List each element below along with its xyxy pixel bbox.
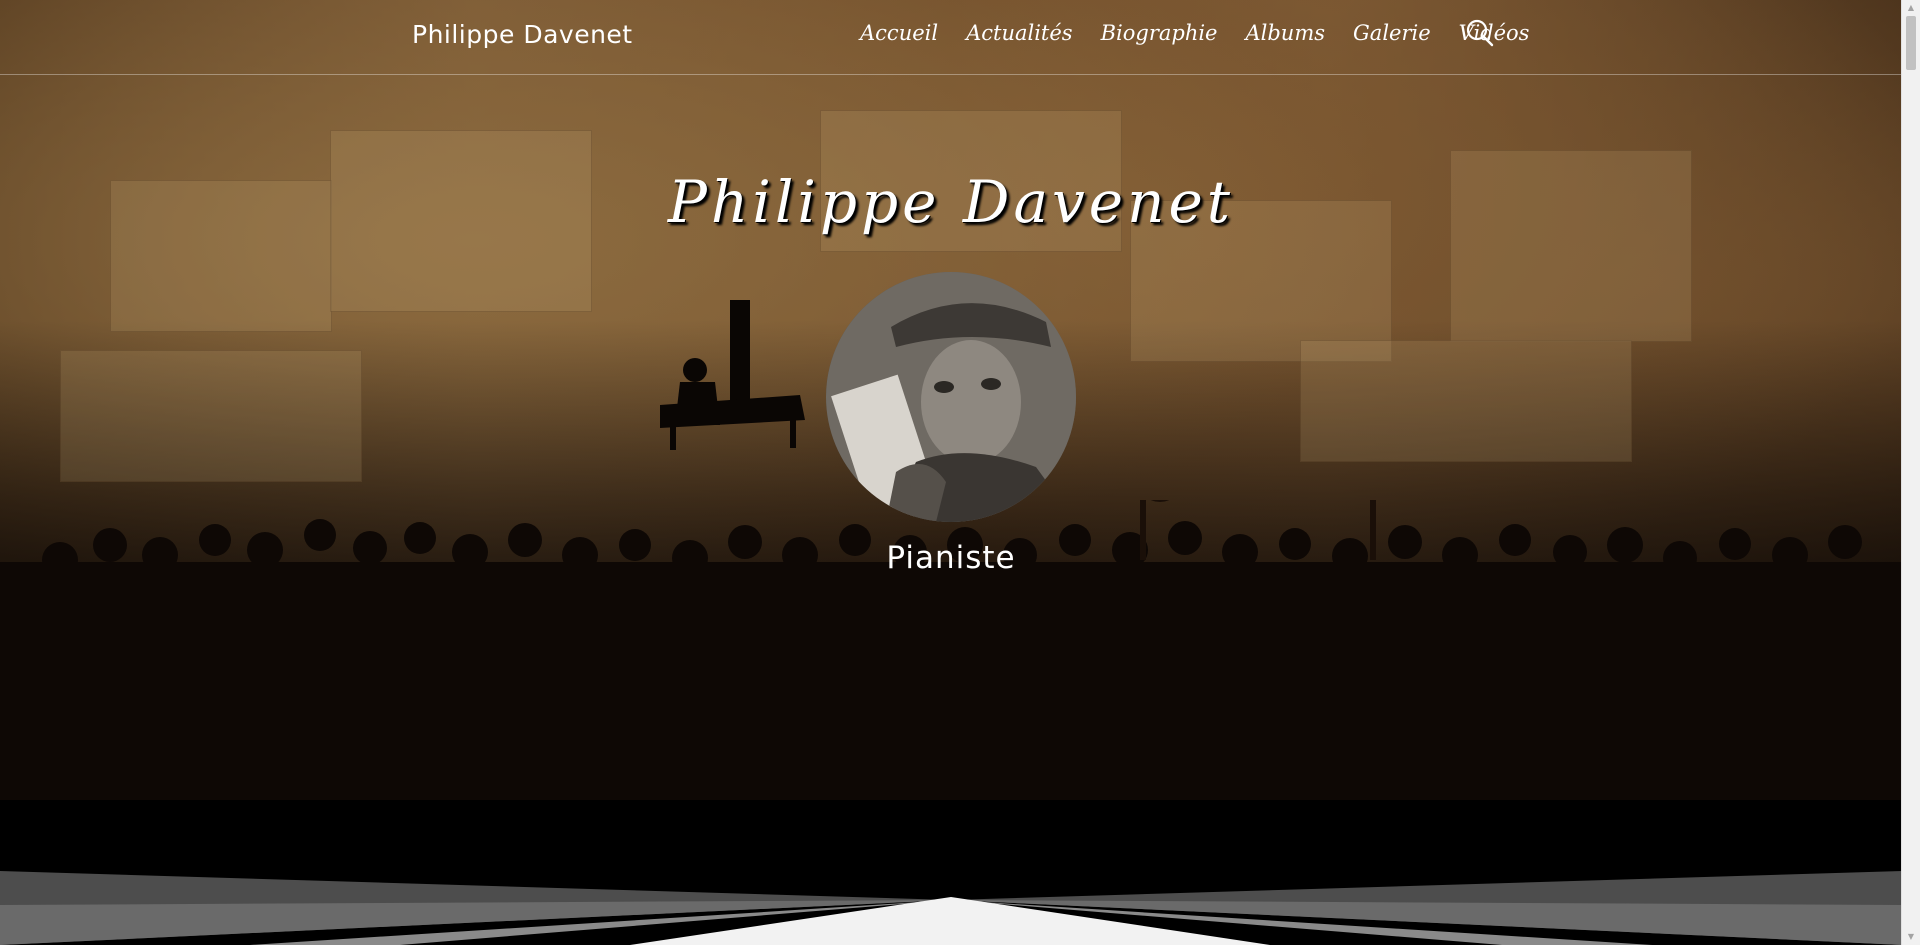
nav-actualites[interactable]: Actualités <box>966 16 1073 50</box>
nav-galerie[interactable]: Galerie <box>1353 16 1431 50</box>
scroll-up-arrow-icon[interactable]: ▲ <box>1902 0 1920 16</box>
nav-accueil[interactable]: Accueil <box>860 16 938 50</box>
portrait-photo <box>826 272 1076 522</box>
hero-subtitle: Pianiste <box>886 540 1016 576</box>
light-rays-decoration <box>0 871 1902 945</box>
search-icon <box>1466 19 1494 47</box>
main-menu: Accueil Actualités Biographie Albums Gal… <box>860 16 1557 50</box>
top-navbar: Philippe Davenet Accueil Actualités Biog… <box>0 0 1902 75</box>
scroll-down-arrow-icon[interactable]: ▼ <box>1902 929 1920 945</box>
hero-title: Philippe Davenet <box>667 168 1235 236</box>
piano-silhouette <box>660 300 805 450</box>
scrollbar-thumb[interactable] <box>1906 16 1916 70</box>
lower-section <box>0 800 1902 945</box>
nav-albums[interactable]: Albums <box>1245 16 1325 50</box>
nav-biographie[interactable]: Biographie <box>1101 16 1218 50</box>
stone-block <box>60 350 362 482</box>
search-button[interactable] <box>1465 18 1495 48</box>
site-brand[interactable]: Philippe Davenet <box>412 20 633 49</box>
page-scrollbar[interactable]: ▲ ▼ <box>1901 0 1920 945</box>
stone-block <box>1300 340 1632 462</box>
page: Philippe Davenet Accueil Actualités Biog… <box>0 0 1920 945</box>
avatar <box>826 272 1076 522</box>
